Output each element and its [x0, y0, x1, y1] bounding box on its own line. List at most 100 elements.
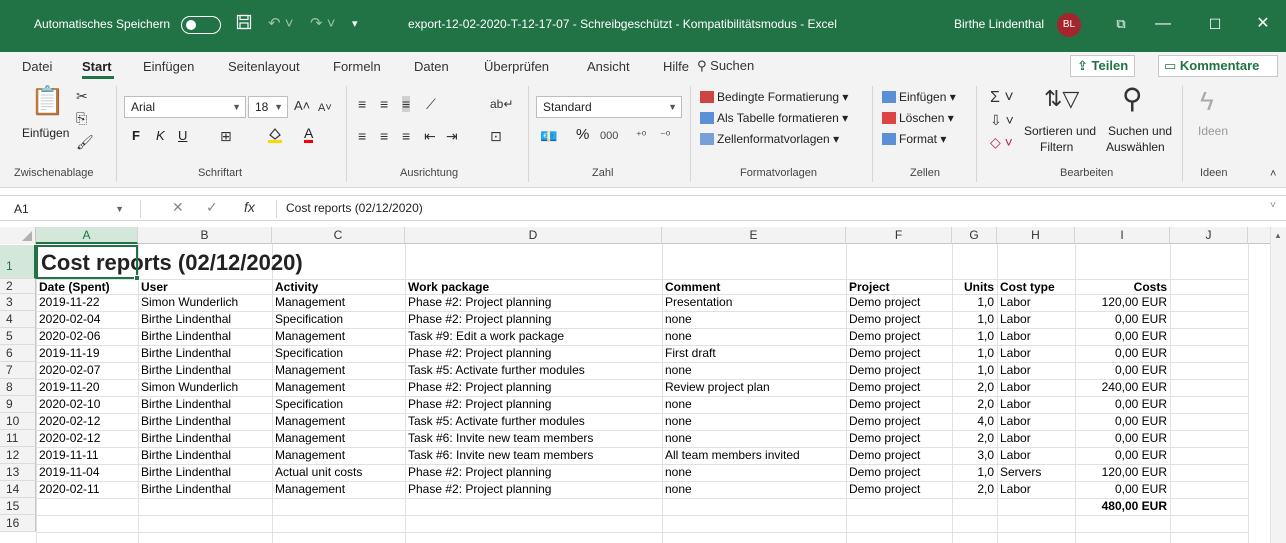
table-cell[interactable]: Labor	[997, 312, 1075, 327]
table-cell[interactable]: Birthe Lindenthal	[138, 312, 272, 327]
minimize-icon[interactable]: —	[1148, 12, 1178, 36]
table-cell[interactable]: Birthe Lindenthal	[138, 346, 272, 361]
table-cell[interactable]: Birthe Lindenthal	[138, 414, 272, 429]
tab-einfuegen[interactable]: Einfügen	[143, 59, 194, 74]
format-as-table-button[interactable]: Als Tabelle formatieren ▾	[700, 111, 848, 125]
find-select-label-1[interactable]: Suchen und	[1108, 124, 1172, 138]
table-cell[interactable]: Phase #2: Project planning	[405, 482, 662, 497]
table-cell[interactable]: Management	[272, 482, 405, 497]
table-cell[interactable]: Review project plan	[662, 380, 846, 395]
row-header-2[interactable]: 2	[0, 279, 36, 294]
table-cell[interactable]: Labor	[997, 295, 1075, 310]
table-cell[interactable]: Labor	[997, 482, 1075, 497]
column-header-f[interactable]: F	[846, 227, 952, 244]
table-cell[interactable]: Task #5: Activate further modules	[405, 363, 662, 378]
italic-button[interactable]: K	[156, 128, 165, 143]
user-name[interactable]: Birthe Lindenthal	[954, 17, 1044, 31]
cancel-icon[interactable]: ✕	[172, 199, 184, 216]
column-header-g[interactable]: G	[952, 227, 997, 244]
table-cell[interactable]: none	[662, 482, 846, 497]
column-header-c[interactable]: C	[272, 227, 405, 244]
insert-cells-button[interactable]: Einfügen ▾	[882, 90, 956, 104]
table-cell[interactable]: none	[662, 329, 846, 344]
align-center-icon[interactable]: ≡	[380, 128, 388, 144]
table-cell[interactable]: 0,00 EUR	[1075, 363, 1170, 378]
table-cell[interactable]: 2020-02-11	[36, 482, 138, 497]
table-cell[interactable]: Demo project	[846, 380, 952, 395]
table-cell[interactable]: Specification	[272, 397, 405, 412]
table-cell[interactable]: Presentation	[662, 295, 846, 310]
percent-button[interactable]: %	[576, 126, 589, 143]
row-header-10[interactable]: 10	[0, 413, 36, 430]
borders-icon[interactable]: ⊞	[220, 128, 232, 144]
row-header-1[interactable]: 1	[0, 245, 36, 279]
decrease-decimal-icon[interactable]: ⁻⁰	[660, 128, 670, 144]
close-icon[interactable]: ✕	[1248, 12, 1278, 36]
header-cell[interactable]: Comment	[662, 280, 846, 295]
row-header-8[interactable]: 8	[0, 379, 36, 396]
table-cell[interactable]: 1,0	[952, 295, 997, 310]
table-cell[interactable]: Demo project	[846, 397, 952, 412]
row-header-4[interactable]: 4	[0, 311, 36, 328]
table-cell[interactable]: 2019-11-11	[36, 448, 138, 463]
conditional-formatting-button[interactable]: Bedingte Formatierung ▾	[700, 90, 848, 104]
column-header-e[interactable]: E	[662, 227, 846, 244]
table-cell[interactable]: Task #6: Invite new team members	[405, 448, 662, 463]
table-cell[interactable]: 120,00 EUR	[1075, 295, 1170, 310]
tab-ueberpruefen[interactable]: Überprüfen	[484, 59, 549, 74]
table-cell[interactable]: Labor	[997, 329, 1075, 344]
fill-handle[interactable]	[134, 275, 140, 281]
table-cell[interactable]: 1,0	[952, 312, 997, 327]
table-cell[interactable]: First draft	[662, 346, 846, 361]
table-cell[interactable]: 1,0	[952, 329, 997, 344]
row-header-6[interactable]: 6	[0, 345, 36, 362]
bold-button[interactable]: F	[132, 128, 140, 143]
table-cell[interactable]: Labor	[997, 414, 1075, 429]
decrease-indent-icon[interactable]: ⇤	[424, 128, 436, 144]
clear-icon[interactable]: ◇ ˅	[990, 134, 1013, 150]
table-cell[interactable]: Demo project	[846, 448, 952, 463]
font-color-button[interactable]: A	[304, 126, 314, 143]
tab-hilfe[interactable]: Hilfe	[663, 59, 689, 74]
row-header-13[interactable]: 13	[0, 464, 36, 481]
sort-filter-label-2[interactable]: Filtern	[1040, 140, 1073, 154]
tab-datei[interactable]: Datei	[22, 59, 52, 74]
table-cell[interactable]: 120,00 EUR	[1075, 465, 1170, 480]
table-cell[interactable]: Demo project	[846, 312, 952, 327]
tab-start[interactable]: Start	[82, 59, 112, 74]
table-cell[interactable]: Labor	[997, 380, 1075, 395]
header-cell[interactable]: Activity	[272, 280, 405, 295]
currency-icon[interactable]: 💶	[540, 128, 557, 144]
table-cell[interactable]: All team members invited	[662, 448, 846, 463]
ideas-label[interactable]: Ideen	[1198, 124, 1228, 138]
table-cell[interactable]: Birthe Lindenthal	[138, 431, 272, 446]
align-right-icon[interactable]: ≡	[402, 128, 410, 144]
cell-styles-button[interactable]: Zellenformatvorlagen ▾	[700, 132, 839, 146]
table-cell[interactable]: 2020-02-12	[36, 431, 138, 446]
sort-filter-label-1[interactable]: Sortieren und	[1024, 124, 1096, 138]
table-cell[interactable]: Demo project	[846, 465, 952, 480]
thousands-separator-button[interactable]: 000	[600, 130, 618, 142]
expand-formula-icon[interactable]: ˅	[1270, 200, 1276, 211]
row-header-14[interactable]: 14	[0, 481, 36, 498]
grow-font-icon[interactable]: A˄	[294, 98, 310, 114]
spreadsheet-grid[interactable]: ABCDEFGHIJ 1 2 3 4 5 6 7 8 9 10 11 12 13 14 15 16 Date (…	[0, 227, 1286, 543]
table-cell[interactable]: Birthe Lindenthal	[138, 448, 272, 463]
table-cell[interactable]: Phase #2: Project planning	[405, 312, 662, 327]
column-header-a[interactable]: A	[36, 227, 138, 244]
table-cell[interactable]: Birthe Lindenthal	[138, 329, 272, 344]
name-box[interactable]: A1 ▼	[10, 199, 130, 219]
table-cell[interactable]: 240,00 EUR	[1075, 380, 1170, 395]
paste-icon[interactable]: 📋	[30, 86, 65, 116]
table-cell[interactable]: 1,0	[952, 363, 997, 378]
column-header-h[interactable]: H	[997, 227, 1075, 244]
table-cell[interactable]: Demo project	[846, 363, 952, 378]
table-cell[interactable]: 2019-11-22	[36, 295, 138, 310]
maximize-icon[interactable]: ☐	[1200, 12, 1230, 36]
increase-indent-icon[interactable]: ⇥	[446, 128, 458, 144]
row-header-5[interactable]: 5	[0, 328, 36, 345]
fill-icon[interactable]: ⇩ ˅	[990, 112, 1014, 128]
table-cell[interactable]: Specification	[272, 346, 405, 361]
table-cell[interactable]: Management	[272, 295, 405, 310]
comments-button[interactable]: ▭ Kommentare	[1158, 55, 1278, 77]
